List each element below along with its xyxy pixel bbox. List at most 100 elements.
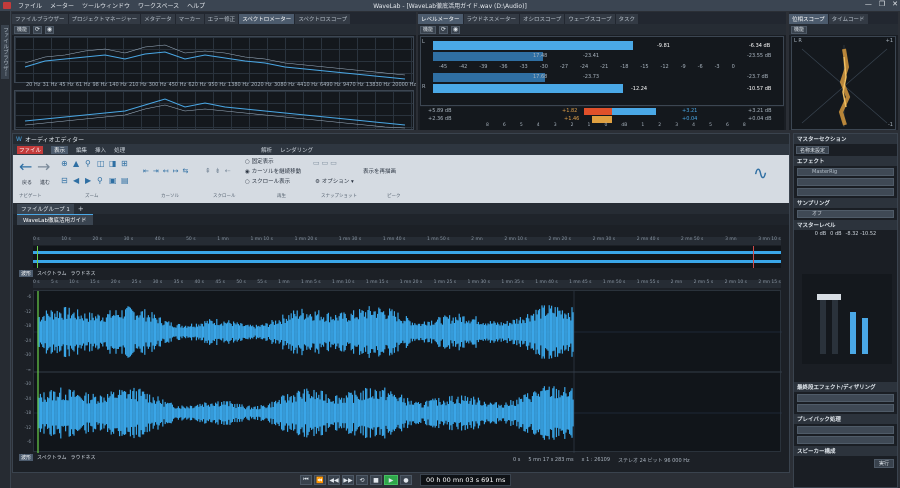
tab-wavescope[interactable]: ウェーブスコープ	[565, 14, 615, 24]
editor-tab-render[interactable]: レンダリング	[280, 146, 313, 154]
fader-knob-left[interactable]	[817, 294, 829, 300]
scroll-icon[interactable]: ⇠	[225, 167, 231, 175]
radio-fixed[interactable]: ○ 固定表示	[245, 157, 301, 167]
tab-spectrometer[interactable]: スペクトロメーター	[239, 14, 295, 24]
refresh-icon[interactable]: ⟳	[33, 25, 43, 34]
view-tab-waveform[interactable]: 波形	[19, 454, 34, 461]
editor-tab-file[interactable]: ファイル	[17, 145, 44, 154]
playback-slot-1[interactable]	[797, 426, 894, 434]
minimize-button[interactable]: —	[865, 0, 872, 8]
menu-meter[interactable]: メーター	[50, 1, 74, 10]
fader-knob-right[interactable]	[829, 294, 841, 300]
overview-ruler[interactable]: 0 s 10 s 20 s 30 s 40 s 50 s 1 mn 1 mn 10 s 1 mn…	[33, 237, 781, 245]
effect-slot-3[interactable]	[797, 188, 894, 196]
snapshot-icon[interactable]: ▭	[322, 159, 329, 167]
back-arrow-icon[interactable]: ←	[19, 157, 32, 176]
zoom-controls[interactable]: ⊕ ▲ ⚲ ◫ ◨ ⊞ ⊟ ◀ ▶ ⚲ ▣ ▤	[61, 159, 131, 191]
menu-file[interactable]: ファイル	[18, 1, 42, 10]
tab-project-manager[interactable]: プロジェクトマネージャー	[68, 14, 141, 24]
fader-left[interactable]	[820, 294, 826, 354]
file-tab[interactable]: WaveLab徹底活用ガイド	[17, 214, 93, 225]
view-tab-spectrum[interactable]: スペクトラム	[37, 454, 67, 461]
effect-slot-2[interactable]	[797, 178, 894, 186]
fader-right[interactable]	[832, 294, 838, 354]
back-label[interactable]: 戻る	[22, 179, 32, 186]
view-tab-loudness[interactable]: ラウドネス	[71, 454, 96, 461]
camera-icon[interactable]: ◉	[451, 25, 461, 34]
status-length[interactable]: 5 mn 17 s 283 ms	[528, 457, 573, 464]
zoom-icon[interactable]: ▲	[73, 159, 83, 174]
tab-marker[interactable]: マーカー	[175, 14, 204, 24]
render-button[interactable]: 実行	[873, 459, 894, 468]
scroll-icon[interactable]: ⇞	[205, 167, 211, 175]
resampling-slot[interactable]: オフ	[797, 210, 894, 218]
tab-loudness-meter[interactable]: ラウドネスメーター	[463, 14, 520, 24]
menu-tool-windows[interactable]: ツールウィンドウ	[82, 1, 130, 10]
zoom-icon[interactable]: ▶	[85, 176, 95, 191]
editor-tab-insert[interactable]: 挿入	[95, 146, 106, 154]
status-format[interactable]: ステレオ 24 ビット 96 000 Hz	[618, 457, 690, 464]
radio-scroll[interactable]: ○ スクロール表示	[245, 177, 301, 187]
add-group-button[interactable]: +	[78, 205, 84, 213]
status-zoom[interactable]: x 1 : 26109	[582, 457, 611, 464]
view-tab-waveform[interactable]: 波形	[19, 270, 34, 277]
zoom-icon[interactable]: ◨	[109, 159, 119, 174]
preset-button[interactable]: 名称未設定	[796, 146, 830, 154]
scroll-icon[interactable]: ⇟	[215, 167, 221, 175]
refresh-icon[interactable]: ⟳	[439, 25, 449, 34]
cursor-controls[interactable]: ⇤ ⇥ ↤ ↦ ⇆	[143, 167, 213, 175]
zoom-icon[interactable]: ◫	[97, 159, 107, 174]
cursor-icon[interactable]: ↤	[163, 167, 169, 175]
effect-slot-1[interactable]: MasterRig	[797, 168, 894, 176]
camera-icon[interactable]: ◉	[45, 25, 55, 34]
forward-arrow-icon[interactable]: →	[37, 157, 50, 176]
zoom-icon[interactable]: ▣	[109, 176, 119, 191]
zoom-icon[interactable]: ⚲	[97, 176, 107, 191]
cursor-icon[interactable]: ⇤	[143, 167, 149, 175]
master-faders[interactable]	[802, 274, 892, 364]
tab-level-meter[interactable]: レベルメーター	[418, 14, 463, 24]
zoom-icon[interactable]: ⊟	[61, 176, 71, 191]
playback-slot-2[interactable]	[797, 436, 894, 444]
rewind-start-button[interactable]: ⏮	[300, 475, 312, 485]
zoom-icon[interactable]: ⊕	[61, 159, 71, 174]
tab-error-correction[interactable]: エラー修正	[204, 14, 239, 24]
cursor-icon[interactable]: ⇆	[183, 167, 189, 175]
sidebar-tab-file-browser[interactable]: ファイルブラウザー	[1, 25, 9, 79]
menu-help[interactable]: ヘルプ	[187, 1, 205, 10]
option-dropdown[interactable]: ⚙ オプション ▾	[315, 177, 354, 185]
view-tab-spectrum[interactable]: スペクトラム	[37, 270, 67, 277]
record-button[interactable]: ●	[400, 475, 412, 485]
rewind-button[interactable]: ◀◀	[328, 475, 340, 485]
final-slot-1[interactable]	[797, 394, 894, 402]
radio-follow-cursor[interactable]: ◉ カーソルを継続移動	[245, 167, 301, 177]
zoom-icon[interactable]: ◀	[73, 176, 83, 191]
scroll-controls[interactable]: ⇞ ⇟ ⇠	[205, 167, 231, 175]
stop-button[interactable]: ■	[370, 475, 382, 485]
forward-button[interactable]: ▶▶	[342, 475, 354, 485]
snapshot-icon[interactable]: ▭	[313, 159, 320, 167]
cursor-icon[interactable]: ↦	[173, 167, 179, 175]
main-waveform[interactable]	[33, 290, 782, 453]
menu-workspace[interactable]: ワークスペース	[138, 1, 179, 10]
zoom-icon[interactable]: ▤	[121, 176, 131, 191]
prev-marker-button[interactable]: ⏪	[314, 475, 326, 485]
final-slot-2[interactable]	[797, 404, 894, 412]
close-button[interactable]: ✕	[892, 0, 898, 8]
redraw-button[interactable]: 表示を再描画	[363, 167, 396, 175]
zoom-icon[interactable]: ⊞	[121, 159, 131, 174]
status-position[interactable]: 0 s	[513, 457, 520, 464]
overview-waveform[interactable]	[33, 246, 781, 268]
tab-spectroscope[interactable]: スペクトロスコープ	[295, 14, 351, 24]
zoom-icon[interactable]: ⚲	[85, 159, 95, 174]
function-menu[interactable]: 機能	[791, 25, 808, 34]
tab-phase-scope[interactable]: 位相スコープ	[789, 14, 828, 24]
file-group-tab[interactable]: ファイルグループ 1	[17, 203, 74, 214]
tab-metadata[interactable]: メタデータ	[141, 14, 175, 24]
function-menu[interactable]: 機能	[14, 25, 31, 34]
main-ruler[interactable]: 0 s 5 s 10 s 15 s 20 s 25 s 30 s 35 s 40 s 45 s 50…	[33, 280, 781, 288]
tab-file-browser[interactable]: ファイルブラウザー	[12, 14, 68, 24]
editor-tab-view[interactable]: 表示	[51, 145, 69, 154]
editor-tab-edit[interactable]: 編集	[76, 146, 87, 154]
view-tab-loudness[interactable]: ラウドネス	[71, 270, 96, 277]
